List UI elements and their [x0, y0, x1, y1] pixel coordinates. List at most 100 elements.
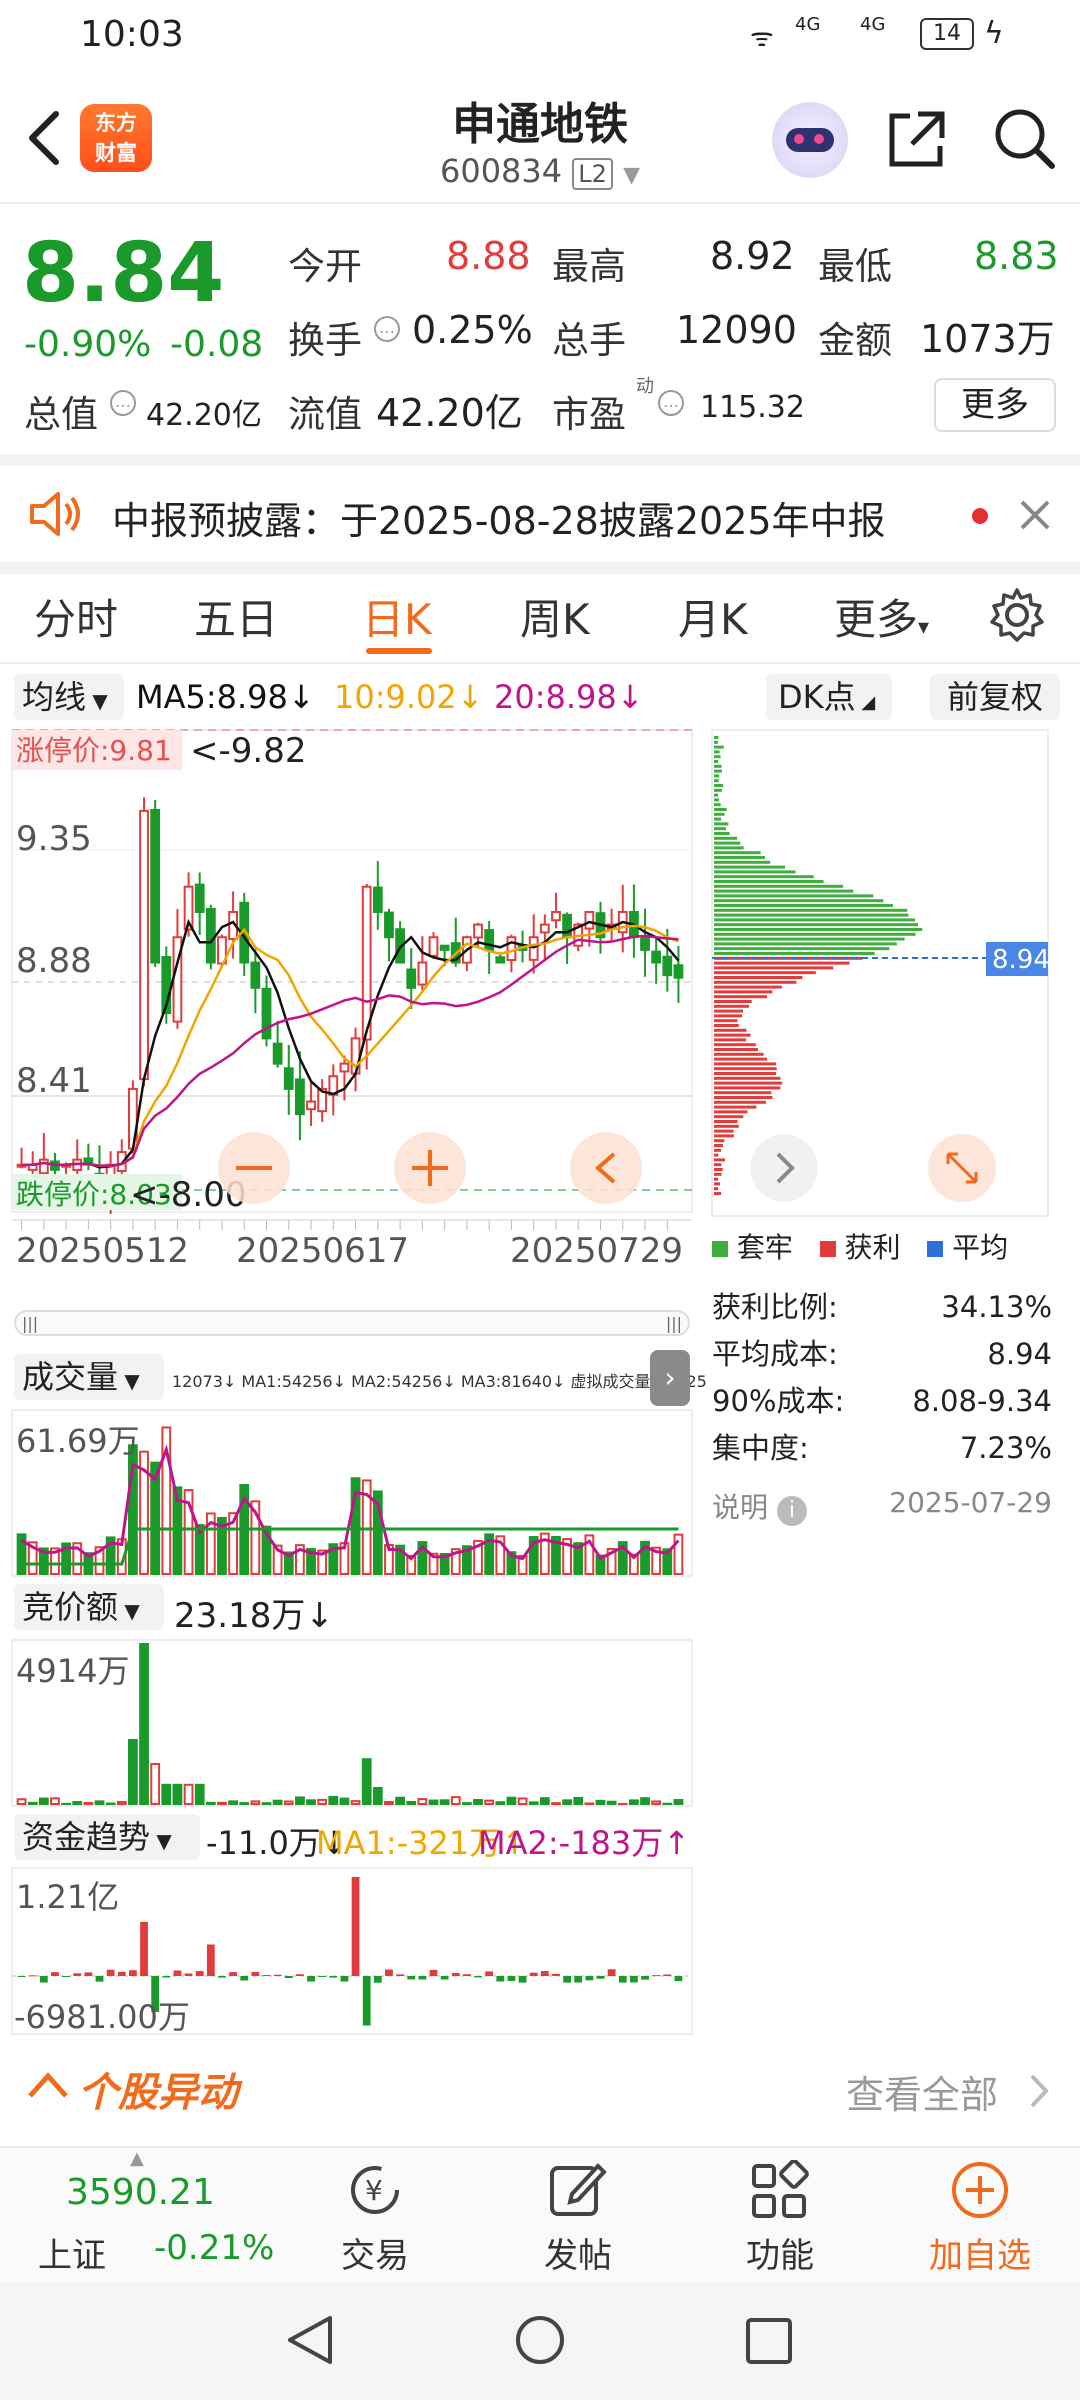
- range-scrollbar[interactable]: ||| |||: [14, 1310, 690, 1336]
- fund-bar: [563, 1976, 571, 1983]
- candle: [551, 910, 561, 922]
- chip-note[interactable]: 说明 i 2025-07-29: [712, 1486, 1052, 1526]
- divider: [0, 454, 1080, 466]
- chip-bar: [714, 1067, 777, 1071]
- nav-functions[interactable]: 功能: [710, 2228, 850, 2277]
- index-value[interactable]: 3590.21: [66, 2172, 215, 2213]
- chip-bar: [714, 1144, 724, 1147]
- fund-bar: [474, 1976, 482, 1978]
- auction-bar: [439, 1799, 450, 1805]
- tab-fenshi[interactable]: 分时: [34, 586, 118, 647]
- nav-home-icon[interactable]: [512, 2312, 568, 2368]
- nav-back-icon[interactable]: [282, 2312, 338, 2368]
- fund-bar: [39, 1976, 48, 1983]
- collapse-panel-button[interactable]: ›: [650, 1350, 690, 1406]
- fund-bar: [518, 1976, 527, 1983]
- float-label: 流值: [288, 393, 362, 436]
- fund-bar: [140, 1922, 148, 1976]
- candle: [361, 885, 372, 1041]
- settings-gear-icon[interactable]: [988, 586, 1046, 644]
- turnover-value: 0.25%: [412, 308, 533, 352]
- chevron-up-icon: [28, 2072, 68, 2098]
- kline-chart[interactable]: 涨停价:9.81 <-9.82 9.35 8.88 8.41 跌停价:8.03 …: [0, 726, 700, 1306]
- fund-bar: [62, 1976, 70, 1977]
- adjust-button[interactable]: 前复权: [930, 674, 1060, 720]
- chip-bar: [714, 1115, 744, 1119]
- scroll-handle-left[interactable]: |||: [22, 1314, 38, 1333]
- dk-point-button[interactable]: DK点 ◢: [766, 674, 892, 720]
- scroll-handle-right[interactable]: |||: [666, 1314, 682, 1333]
- movement-section[interactable]: 个股异动 查看全部: [0, 2046, 1080, 2130]
- tab-more[interactable]: 更多▾: [834, 586, 929, 647]
- ma-selector[interactable]: 均线 ▼: [14, 674, 124, 720]
- index-change[interactable]: -0.21%: [154, 2228, 274, 2268]
- chip-bar: [714, 1062, 777, 1066]
- scroll-left-button[interactable]: [570, 1132, 642, 1204]
- close-icon[interactable]: [1018, 498, 1052, 532]
- charging-icon: ϟ: [984, 16, 1004, 51]
- info-icon[interactable]: …: [658, 390, 684, 416]
- tab-month-k[interactable]: 月K: [678, 586, 748, 647]
- auction-bar: [295, 1796, 305, 1805]
- chip-bar: [714, 865, 786, 869]
- chip-bar: [714, 889, 854, 893]
- auction-bar: [428, 1799, 439, 1805]
- pe-sup: 动: [636, 376, 654, 397]
- share-icon[interactable]: [884, 106, 950, 172]
- chip-bar: [714, 913, 909, 917]
- chip-bar: [714, 1048, 759, 1051]
- nav-post[interactable]: 发帖: [508, 2228, 648, 2277]
- candle: [562, 913, 572, 939]
- chip-bar: [714, 952, 875, 955]
- auction-selector[interactable]: 竞价额 ▼: [14, 1584, 164, 1630]
- more-button[interactable]: 更多: [934, 378, 1056, 432]
- fund-ma2: MA2:-183万↑: [478, 1824, 691, 1862]
- chip-bar: [714, 1096, 773, 1099]
- tab-week-k[interactable]: 周K: [520, 586, 590, 647]
- caret-up-icon: ▲: [130, 2148, 144, 2169]
- fund-bar: [485, 1971, 494, 1976]
- chip-distribution-chart[interactable]: 8.94: [704, 726, 1054, 1226]
- nav-recents-icon[interactable]: [742, 2314, 796, 2368]
- app-header: 东方 财富 申通地铁 600834 L2 ▼: [0, 74, 1080, 204]
- tab-5day[interactable]: 五日: [194, 586, 278, 647]
- candle: [417, 961, 428, 986]
- pe-value: 115.32: [700, 390, 805, 425]
- chip-bar: [714, 1072, 776, 1075]
- fund-bar: [329, 1976, 338, 1978]
- view-all-link[interactable]: 查看全部: [846, 2064, 998, 2119]
- chip-bar: [714, 1105, 757, 1109]
- notice-bar[interactable]: 中报预披露：于2025-08-28披露2025年中报: [0, 466, 1080, 562]
- auction-bar: [128, 1739, 138, 1805]
- chip-bar: [714, 769, 722, 773]
- search-icon[interactable]: [990, 104, 1056, 174]
- info-icon[interactable]: …: [374, 316, 400, 342]
- speaker-icon: [30, 492, 80, 536]
- nav-add-watchlist[interactable]: 加自选: [910, 2228, 1050, 2277]
- auction-bar: [139, 1643, 149, 1805]
- auction-bar: [27, 1801, 38, 1806]
- candle: [283, 1067, 294, 1090]
- auction-bar: [473, 1799, 483, 1806]
- auction-bar: [94, 1800, 105, 1805]
- assistant-avatar[interactable]: [772, 102, 848, 178]
- fund-bar: [273, 1974, 282, 1976]
- auction-chart: 4914万: [11, 1639, 693, 1807]
- index-name[interactable]: 上证: [38, 2228, 106, 2277]
- volume-value: 12090: [676, 308, 797, 352]
- nav-trade[interactable]: 交易: [305, 2228, 445, 2277]
- chip-bar: [714, 947, 890, 951]
- volume-selector[interactable]: 成交量 ▼: [14, 1354, 164, 1400]
- tab-day-k[interactable]: 日K: [362, 586, 432, 647]
- candle: [372, 886, 383, 913]
- info-icon[interactable]: …: [110, 390, 136, 416]
- chip-bar: [714, 808, 727, 811]
- auction-bar: [72, 1801, 83, 1806]
- chip-next-button[interactable]: [750, 1134, 818, 1202]
- fund-trend-selector[interactable]: 资金趋势 ▼: [14, 1814, 200, 1860]
- turnover-label: 换手: [288, 319, 362, 362]
- chip-bar: [714, 985, 782, 989]
- chip-bar: [714, 1187, 718, 1191]
- fund-max-label: 1.21亿: [16, 1878, 119, 1916]
- chip-bar: [714, 961, 850, 965]
